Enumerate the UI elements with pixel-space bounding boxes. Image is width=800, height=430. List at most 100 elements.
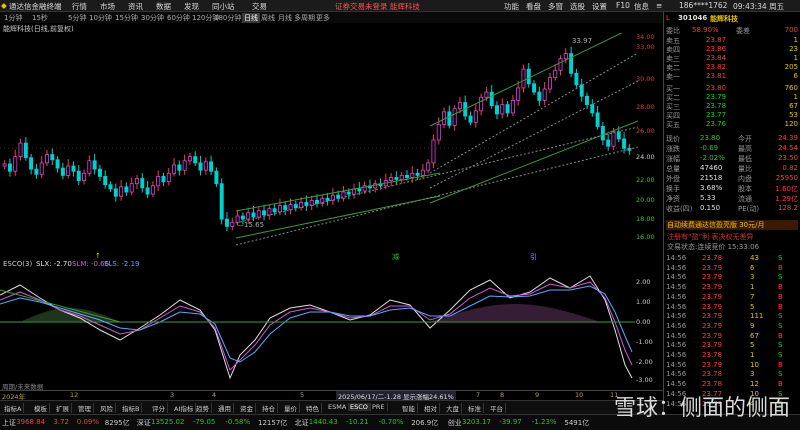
hamburger-icon[interactable]: ≡ bbox=[656, 1, 662, 10]
bid-row[interactable]: 买五 23.76 120 bbox=[666, 120, 798, 129]
tf-30min[interactable]: 30分钟 bbox=[141, 13, 164, 23]
menu-jiaoyi[interactable]: 交易 bbox=[252, 1, 267, 11]
indicator-tab[interactable]: 趋势 bbox=[194, 403, 212, 413]
promo-text[interactable]: 自动续费通达信盈亮版 30元/月 bbox=[667, 220, 765, 230]
index-pct: 0.09% bbox=[76, 418, 100, 426]
menu-f10[interactable]: F10 bbox=[616, 1, 630, 10]
candlestick-svg[interactable]: 33.97 —15.65 bbox=[0, 24, 663, 250]
tick-side: S bbox=[778, 370, 783, 379]
candlestick-chart[interactable]: 33.97 —15.65 34.00 33.00 30.00 28.00 26.… bbox=[0, 24, 663, 261]
price-axis-label: 30.00 bbox=[636, 75, 655, 83]
indicator-tab[interactable]: 通用 bbox=[216, 403, 234, 413]
indicator-tab[interactable]: PRE bbox=[370, 403, 388, 411]
level-price: 23.81 bbox=[706, 72, 727, 80]
indicator-tab[interactable]: 相对 bbox=[422, 403, 440, 413]
tf-week[interactable]: 周线 bbox=[261, 13, 275, 23]
date-label: 12 bbox=[70, 391, 79, 399]
promo-banner[interactable]: 自动续费通达信盈亮版 30元/月 bbox=[666, 220, 798, 230]
candle-body bbox=[606, 139, 611, 147]
menu-xuangu[interactable]: 选股 bbox=[570, 1, 585, 11]
ask-row[interactable]: 卖二 23.82 205 bbox=[666, 63, 798, 72]
indicator-tab[interactable]: AI指标 bbox=[172, 403, 197, 413]
tf-1min[interactable]: 1分钟 bbox=[4, 13, 22, 23]
indicator-svg[interactable] bbox=[0, 270, 663, 390]
tf-month[interactable]: 月线 bbox=[278, 13, 292, 23]
stat-value: 1.29亿 bbox=[775, 195, 798, 203]
tf-180min[interactable]: 180分钟 bbox=[214, 13, 241, 23]
candle-body bbox=[325, 197, 330, 201]
date-label: 3 bbox=[170, 391, 175, 399]
tf-15s[interactable]: 15秒 bbox=[32, 13, 48, 23]
indicator-tab[interactable]: 模板 bbox=[32, 403, 50, 413]
candle-body bbox=[29, 157, 34, 170]
menu-gongneng[interactable]: 功能 bbox=[504, 1, 519, 11]
indicator-tab[interactable]: 风险 bbox=[98, 403, 116, 413]
menu-hangqing[interactable]: 行情 bbox=[72, 1, 87, 11]
stat-value: 24.54 bbox=[777, 144, 798, 152]
tf-15min[interactable]: 15分钟 bbox=[115, 13, 138, 23]
tf-10min[interactable]: 10分钟 bbox=[89, 13, 112, 23]
bid-row[interactable]: 买一 23.80 760 bbox=[666, 84, 798, 93]
indicator-axis-label: 0.00 bbox=[636, 318, 651, 326]
indicator-tab[interactable]: 管理 bbox=[76, 403, 94, 413]
candle-body bbox=[193, 156, 198, 164]
menu-tongxiaozhan[interactable]: 同小站 bbox=[212, 1, 235, 11]
indicator-tab[interactable]: 资金 bbox=[238, 403, 256, 413]
menu-xinxi[interactable]: 信息 bbox=[634, 1, 649, 11]
indicator-tab[interactable]: 平台 bbox=[488, 403, 506, 413]
candle-body bbox=[82, 172, 87, 181]
indicator-tab[interactable]: 大盘 bbox=[444, 403, 462, 413]
tick-row: 14:56 23.79 6 B bbox=[666, 264, 798, 272]
stat-label: 涨幅 bbox=[666, 155, 680, 163]
candle-body bbox=[357, 188, 362, 192]
ask-row[interactable]: 卖五 23.87 1 bbox=[666, 36, 798, 45]
tick-side: S bbox=[778, 254, 783, 262]
channel-line bbox=[235, 126, 639, 224]
tf-day[interactable]: 日线 bbox=[242, 13, 260, 23]
indicator-tab[interactable]: 智能 bbox=[400, 403, 418, 413]
menu-shezhi[interactable]: 设置 bbox=[592, 1, 607, 11]
ask-row[interactable]: 卖三 23.84 1 bbox=[666, 54, 798, 63]
menu-duochuang[interactable]: 多窗 bbox=[548, 1, 563, 11]
level-price: 23.79 bbox=[706, 93, 727, 101]
bid-row[interactable]: 买三 23.78 67 bbox=[666, 102, 798, 111]
index-pct: -0.70% bbox=[378, 418, 404, 426]
indicator-tab[interactable]: 标准 bbox=[466, 403, 484, 413]
candle-body bbox=[537, 91, 542, 101]
tick-time: 14:56 bbox=[666, 321, 687, 330]
menu-shichang[interactable]: 市场 bbox=[100, 1, 115, 11]
promo2[interactable]: 注册有“盈”利 表决权无差异 bbox=[666, 232, 798, 242]
tick-row: 14:56 23.79 5 S bbox=[666, 341, 798, 349]
promo2-text[interactable]: 注册有“盈”利 表决权无差异 bbox=[667, 232, 753, 242]
tf-more[interactable]: 更多 bbox=[316, 13, 330, 23]
bid-row[interactable]: 买四 23.77 53 bbox=[666, 111, 798, 120]
ask-row[interactable]: 卖四 23.86 23 bbox=[666, 45, 798, 54]
indicator-name[interactable]: ESCO(3) bbox=[3, 260, 32, 268]
tf-5min[interactable]: 5分钟 bbox=[68, 13, 86, 23]
indicator-tab[interactable]: 持仓 bbox=[260, 403, 278, 413]
menu-zixun[interactable]: 资讯 bbox=[128, 1, 143, 11]
login-notice[interactable]: 证券交易未登录 能辉科技 bbox=[335, 1, 420, 11]
menu-faxian[interactable]: 发现 bbox=[184, 1, 199, 11]
tf-multi[interactable]: 多周期 bbox=[294, 13, 315, 23]
indicator-tab[interactable]: 评分 bbox=[150, 403, 168, 413]
esco-indicator-chart[interactable]: 2.00 1.00 0.00 -1.00 -2.00 -3.00 周期/未来数据 bbox=[0, 270, 663, 391]
indicator-tab[interactable]: 指标A bbox=[2, 403, 25, 413]
bid-row[interactable]: 买二 23.79 1 bbox=[666, 93, 798, 102]
menu-kanpan[interactable]: 看盘 bbox=[526, 1, 541, 11]
ask-row[interactable]: 卖一 23.81 6 bbox=[666, 72, 798, 81]
indicator-tab[interactable]: 指标B bbox=[120, 403, 143, 413]
indicator-tab[interactable]: 扩展 bbox=[54, 403, 72, 413]
indicator-tab[interactable]: 特色 bbox=[304, 403, 322, 413]
indicator-tab[interactable]: ESCO bbox=[348, 403, 371, 411]
candle-body bbox=[2, 163, 7, 167]
menu-shuju[interactable]: 数据 bbox=[156, 1, 171, 11]
timeframe-bar: 1分钟 15秒 5分钟 10分钟 15分钟 30分钟 60分钟 120分钟 18… bbox=[0, 12, 663, 23]
candle-body bbox=[394, 177, 399, 180]
tf-60min[interactable]: 60分钟 bbox=[167, 13, 190, 23]
candle-body bbox=[526, 68, 531, 85]
indicator-slx: SLX: -2.70 bbox=[36, 260, 72, 268]
indicator-tab[interactable]: ESMA bbox=[326, 403, 350, 411]
user-phone[interactable]: 186****1762 bbox=[679, 1, 727, 10]
indicator-tab[interactable]: 量价 bbox=[282, 403, 300, 413]
